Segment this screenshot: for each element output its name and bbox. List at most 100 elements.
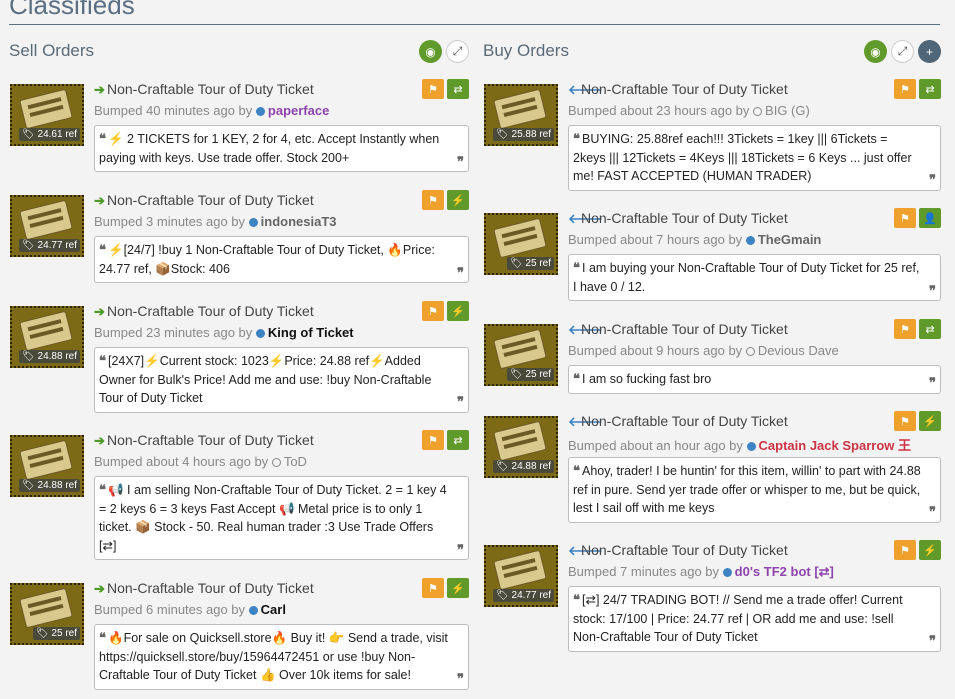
buy-orders-header: Buy Orders ◉ ⤢ + xyxy=(483,36,941,76)
user-link[interactable]: Carl xyxy=(261,602,286,617)
bolt-button[interactable]: ⚡ xyxy=(447,190,469,210)
item-thumbnail[interactable]: 🏷 25.88 ref xyxy=(484,84,558,146)
quote-open-icon: ❝ xyxy=(573,131,580,146)
trade-icon: ⇄ xyxy=(453,83,463,96)
quote-open-icon: ❝ xyxy=(573,260,580,275)
report-button[interactable]: ⚑ xyxy=(894,411,916,431)
quote-close-icon: ❞ xyxy=(929,504,936,519)
user-link[interactable]: King of Ticket xyxy=(268,325,354,340)
expand-button[interactable]: ⤢ xyxy=(446,40,469,63)
item-price-badge: 🏷 24.77 ref xyxy=(493,589,554,602)
user-link[interactable]: TheGmain xyxy=(758,232,822,247)
bumped-info: Bumped about 9 hours ago by Devious Dave xyxy=(568,343,839,358)
user-link[interactable]: BIG (G) xyxy=(765,103,810,118)
status-dot-icon xyxy=(248,606,258,615)
item-name-link[interactable]: Non-Craftable Tour of Duty Ticket xyxy=(581,413,788,429)
quote-close-icon: ❞ xyxy=(457,264,464,280)
report-button[interactable]: ⚑ xyxy=(422,578,444,598)
quote-close-icon: ❞ xyxy=(457,541,464,557)
item-name-link[interactable]: Non-Craftable Tour of Duty Ticket xyxy=(581,321,788,337)
eye-slash-icon: ◉ xyxy=(870,44,881,59)
user-link[interactable]: indonesiaT3 xyxy=(261,214,337,229)
flag-icon: ⚑ xyxy=(428,434,438,447)
bumped-info: Bumped 23 minutes ago by King of Ticket xyxy=(94,325,354,340)
quote-open-icon: ❝ xyxy=(573,371,580,386)
flag-icon: ⚑ xyxy=(428,305,438,318)
lightning-icon: ⚡ xyxy=(451,305,465,318)
status-dot-icon xyxy=(722,568,732,577)
status-dot-icon xyxy=(248,218,258,227)
ticket-icon xyxy=(493,328,547,370)
item-thumbnail[interactable]: 🏷 24.77 ref xyxy=(10,195,84,257)
flag-icon: ⚑ xyxy=(900,323,910,336)
item-name-link[interactable]: Non-Craftable Tour of Duty Ticket xyxy=(107,81,314,97)
quote-close-icon: ❞ xyxy=(929,633,936,648)
report-button[interactable]: ⚑ xyxy=(422,301,444,321)
title-divider xyxy=(9,24,940,25)
trade-icon: ⇄ xyxy=(925,323,935,336)
quote-open-icon: ❝ xyxy=(99,242,106,257)
item-name-link[interactable]: Non-Craftable Tour of Duty Ticket xyxy=(107,303,314,319)
item-name-link[interactable]: Non-Craftable Tour of Duty Ticket xyxy=(581,210,788,226)
bumped-info: Bumped about an hour ago by Captain Jack… xyxy=(568,438,911,453)
plus-icon: + xyxy=(925,44,933,59)
arrow-right-icon: ➔ xyxy=(94,82,105,97)
item-price-badge: 🏷 24.88 ref xyxy=(493,460,554,473)
item-thumbnail[interactable]: 🏷 25 ref xyxy=(484,213,558,275)
bolt-button[interactable]: ⚡ xyxy=(447,578,469,598)
item-name-link[interactable]: Non-Craftable Tour of Duty Ticket xyxy=(107,192,314,208)
item-thumbnail[interactable]: 🏷 24.88 ref xyxy=(10,306,84,368)
item-thumbnail[interactable]: 🏷 24.77 ref xyxy=(484,545,558,607)
ticket-icon xyxy=(19,587,73,629)
quote-close-icon: ❞ xyxy=(929,172,936,187)
toggle-visibility-button[interactable]: ◉ xyxy=(864,40,887,63)
quote-open-icon: ❝ xyxy=(573,463,580,478)
quote-open-icon: ❝ xyxy=(573,592,580,607)
ticket-icon xyxy=(19,88,73,130)
report-button[interactable]: ⚑ xyxy=(894,79,916,99)
report-button[interactable]: ⚑ xyxy=(894,540,916,560)
trade-button[interactable]: ⇄ xyxy=(919,79,941,99)
trade-button[interactable]: ⇄ xyxy=(919,319,941,339)
report-button[interactable]: ⚑ xyxy=(894,208,916,228)
item-name-link[interactable]: Non-Craftable Tour of Duty Ticket xyxy=(107,432,314,448)
item-thumbnail[interactable]: 🏷 25 ref xyxy=(10,583,84,645)
adduser-button[interactable]: 👤 xyxy=(919,208,941,228)
bolt-button[interactable]: ⚡ xyxy=(919,411,941,431)
item-thumbnail[interactable]: 🏷 24.88 ref xyxy=(484,416,558,478)
bolt-button[interactable]: ⚡ xyxy=(447,301,469,321)
user-link[interactable]: ToD xyxy=(284,454,307,469)
add-listing-button[interactable]: + xyxy=(918,40,941,63)
report-button[interactable]: ⚑ xyxy=(422,190,444,210)
item-name-link[interactable]: Non-Craftable Tour of Duty Ticket xyxy=(581,81,788,97)
user-link[interactable]: d0's TF2 bot [⇄] xyxy=(735,564,834,579)
report-button[interactable]: ⚑ xyxy=(894,319,916,339)
trade-button[interactable]: ⇄ xyxy=(447,430,469,450)
bumped-info: Bumped about 4 hours ago by ToD xyxy=(94,454,307,469)
user-link[interactable]: paperface xyxy=(268,103,329,118)
item-price-badge: 🏷 25 ref xyxy=(32,627,80,640)
ticket-icon xyxy=(19,199,73,241)
user-link[interactable]: Devious Dave xyxy=(758,343,839,358)
quote-open-icon: ❝ xyxy=(99,353,106,368)
bumped-info: Bumped about 23 hours ago by BIG (G) xyxy=(568,103,810,118)
sell-orders-column: Sell Orders ◉ ⤢ 🏷 24.61 ref ➔ Non-Crafta… xyxy=(9,36,469,690)
bolt-button[interactable]: ⚡ xyxy=(919,540,941,560)
expand-button[interactable]: ⤢ xyxy=(891,40,914,63)
user-link[interactable]: Captain Jack Sparrow 王 xyxy=(759,438,911,453)
item-thumbnail[interactable]: 🏷 24.88 ref xyxy=(10,435,84,497)
quote-open-icon: ❝ xyxy=(99,482,106,497)
item-price-badge: 🏷 25 ref xyxy=(506,257,554,270)
item-name-link[interactable]: Non-Craftable Tour of Duty Ticket xyxy=(107,580,314,596)
item-thumbnail[interactable]: 🏷 25 ref xyxy=(484,324,558,386)
item-name-link[interactable]: Non-Craftable Tour of Duty Ticket xyxy=(581,542,788,558)
ticket-icon xyxy=(493,88,547,130)
expand-icon: ⤢ xyxy=(452,44,463,58)
item-thumbnail[interactable]: 🏷 24.61 ref xyxy=(10,84,84,146)
lightning-icon: ⚡ xyxy=(923,415,937,428)
trade-button[interactable]: ⇄ xyxy=(447,79,469,99)
report-button[interactable]: ⚑ xyxy=(422,430,444,450)
report-button[interactable]: ⚑ xyxy=(422,79,444,99)
toggle-visibility-button[interactable]: ◉ xyxy=(419,40,442,63)
ticket-icon xyxy=(493,420,547,462)
